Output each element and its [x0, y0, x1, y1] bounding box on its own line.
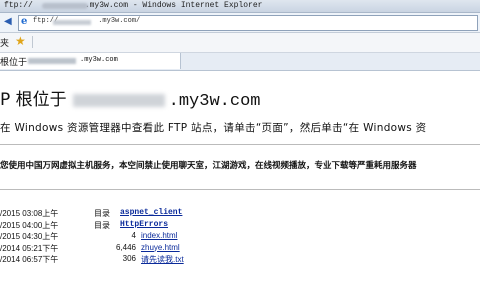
ie-logo-icon: e — [21, 16, 28, 27]
file-link[interactable]: zhuye.html — [141, 243, 180, 252]
directory-link[interactable]: HttpErrors — [120, 220, 168, 229]
instruction-text: 在 Windows 资源管理器中查看此 FTP 站点，请单击“页面”，然后单击“… — [0, 122, 427, 134]
window-title-suffix: .my3w.com - Windows Internet Explorer — [84, 1, 263, 10]
entry-type: 目录 — [94, 220, 110, 230]
entry-date: /2014 06:57下午 — [0, 255, 59, 264]
favorites-bar: 夹 ★ — [0, 33, 480, 53]
page-content: P 根位于 .my3w.com 在 Windows 资源管理器中查看此 FTP 站… — [0, 71, 480, 300]
address-domain: .my3w.com/ — [98, 17, 141, 25]
tab-domain: .my3w.com — [80, 56, 118, 64]
redacted-heading-host — [72, 93, 165, 107]
entry-date: /2015 03:08上午 — [0, 209, 59, 218]
entry-size: 306 — [122, 254, 136, 263]
entry-date: /2015 04:00上午 — [0, 220, 59, 230]
redacted-address — [53, 20, 91, 25]
entry-date: /2014 05:21下午 — [0, 243, 59, 253]
redacted-tab-host — [28, 58, 76, 64]
favorites-separator — [32, 36, 33, 48]
window-title-bar: ftp:// .my3w.com - Windows Internet Explo… — [0, 0, 480, 13]
redacted-host — [42, 3, 88, 9]
entry-date: /2015 04:30上午 — [0, 232, 59, 241]
entry-size: 6,446 — [115, 242, 136, 252]
back-arrow-icon[interactable]: ◀ — [4, 16, 12, 27]
address-bar-row: ◀ e ftp://.my3w.com/ — [0, 13, 480, 33]
warning-text: 您使用中国万网虚拟主机服务，本空间禁止使用聊天室，江湖游戏，在线视频播放，专业下… — [0, 161, 417, 171]
divider-top — [0, 144, 480, 145]
divider-bottom — [0, 189, 480, 190]
tab-label: 根位于 — [0, 58, 28, 68]
page-title-domain: .my3w.com — [168, 92, 261, 111]
page-title-prefix: P 根位于 — [0, 90, 67, 110]
tab-bar: 根位于 .my3w.com — [0, 53, 480, 71]
add-favorite-star-icon[interactable]: ★ — [15, 34, 26, 48]
favorites-label[interactable]: 夹 — [0, 36, 9, 49]
entry-size: 4 — [131, 231, 136, 240]
page-title: P 根位于 .my3w.com — [0, 85, 260, 111]
file-link[interactable]: index.html — [141, 231, 177, 240]
directory-link[interactable]: aspnet_client — [120, 208, 182, 217]
window-title-prefix: ftp:// — [4, 1, 33, 10]
file-link[interactable]: 请先读我.txt — [141, 254, 184, 265]
address-bar[interactable]: e ftp://.my3w.com/ — [18, 15, 478, 31]
entry-type: 目录 — [94, 209, 110, 218]
tab-active[interactable]: 根位于 .my3w.com — [0, 53, 181, 69]
